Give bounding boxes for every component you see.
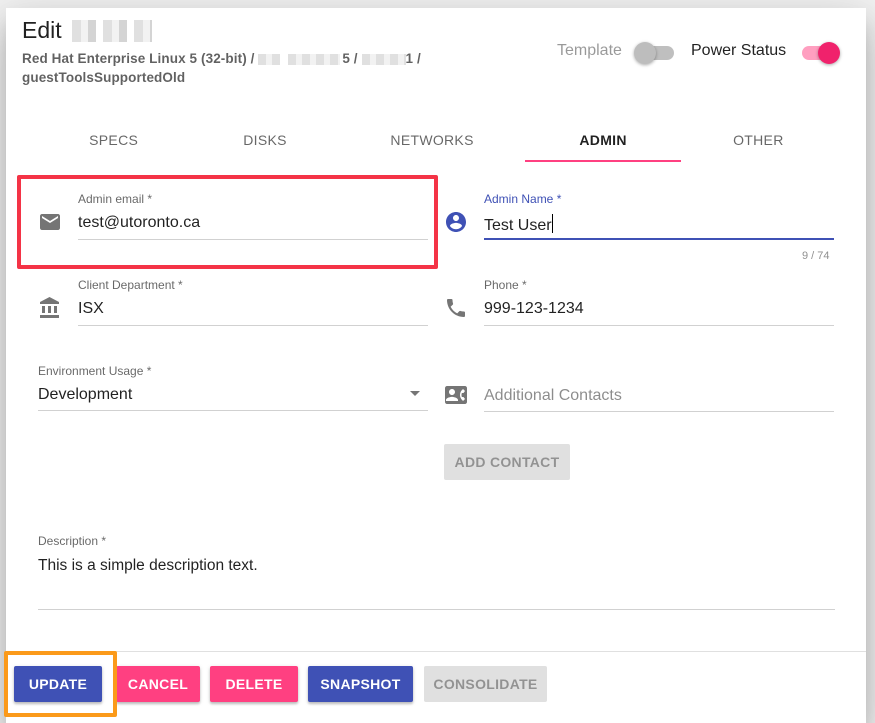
redacted-path-1 — [258, 53, 281, 65]
dialog-title: Edit — [22, 17, 152, 44]
phone-input[interactable]: 999-123-1234 — [484, 300, 584, 318]
client-department-label: Client Department * — [78, 278, 183, 292]
environment-usage-underline — [38, 410, 428, 411]
highlight-box-update-button — [4, 651, 117, 717]
subtitle-sep-2: 1 / — [405, 51, 421, 66]
cancel-button[interactable]: CANCEL — [116, 666, 200, 702]
delete-button[interactable]: DELETE — [210, 666, 298, 702]
additional-contacts-underline — [484, 411, 834, 412]
power-toggle-label: Power Status — [691, 42, 787, 59]
tab-other[interactable]: OTHER — [681, 118, 836, 162]
actions-divider — [6, 651, 866, 652]
template-toggle[interactable] — [633, 40, 676, 64]
redacted-path-3 — [361, 53, 406, 65]
tab-admin-label: ADMIN — [579, 132, 627, 148]
template-toggle-label: Template — [557, 42, 622, 59]
consolidate-button[interactable]: CONSOLIDATE — [424, 666, 547, 702]
dialog-title-text: Edit — [22, 17, 62, 43]
power-status-toggle[interactable] — [798, 40, 841, 64]
phone-field: Phone * 999-123-1234 — [436, 270, 866, 330]
admin-name-value: Test User — [484, 217, 552, 234]
environment-usage-label: Environment Usage * — [38, 364, 152, 378]
tab-specs[interactable]: SPECS — [36, 118, 191, 162]
description-underline — [38, 609, 835, 610]
bank-icon — [40, 297, 59, 318]
power-toggle-group: Power Status — [691, 40, 841, 64]
snapshot-button[interactable]: SNAPSHOT — [308, 666, 413, 702]
description-field: Description * This is a simple descripti… — [6, 528, 866, 612]
admin-name-char-counter: 9 / 74 — [802, 250, 830, 262]
add-contact-button[interactable]: ADD CONTACT — [444, 444, 570, 480]
client-department-input[interactable]: ISX — [78, 300, 104, 318]
redacted-vm-name — [71, 19, 152, 42]
redacted-path-2 — [288, 53, 341, 65]
tab-admin[interactable]: ADMIN — [525, 118, 681, 162]
tab-disks[interactable]: DISKS — [191, 118, 338, 162]
template-toggle-group: Template — [557, 40, 676, 64]
account-circle-icon — [446, 212, 466, 232]
admin-name-underline — [484, 238, 834, 240]
additional-contacts-input[interactable]: Additional Contacts — [484, 387, 622, 405]
tab-networks-label: NETWORKS — [390, 132, 474, 148]
admin-name-input[interactable]: Test User — [484, 214, 553, 235]
subtitle-os: Red Hat Enterprise Linux 5 (32-bit) / — [22, 51, 259, 66]
admin-name-field: Admin Name * Test User 9 / 74 — [436, 184, 866, 268]
contact-card-icon — [445, 386, 467, 404]
tab-specs-label: SPECS — [89, 132, 139, 148]
edit-vm-dialog: Edit Red Hat Enterprise Linux 5 (32-bit)… — [6, 8, 866, 723]
environment-usage-select[interactable]: Environment Usage * Development — [6, 356, 436, 416]
template-toggle-thumb — [633, 42, 656, 64]
additional-contacts-field: Additional Contacts — [436, 356, 866, 416]
highlight-box-admin-email — [17, 175, 438, 269]
tab-bar: SPECS DISKS NETWORKS ADMIN OTHER — [36, 118, 836, 162]
dropdown-arrow-icon — [410, 391, 420, 396]
phone-icon — [447, 299, 465, 317]
tab-other-label: OTHER — [733, 132, 784, 148]
client-department-underline — [78, 325, 428, 326]
active-tab-indicator — [525, 160, 681, 162]
text-cursor — [551, 214, 553, 233]
description-label: Description * — [38, 534, 107, 548]
environment-usage-value: Development — [38, 386, 133, 403]
subtitle-guest-tools: guestToolsSupportedOld — [22, 70, 186, 85]
phone-label: Phone * — [484, 278, 527, 292]
tab-disks-label: DISKS — [243, 132, 287, 148]
phone-underline — [484, 325, 834, 326]
client-department-field: Client Department * ISX — [6, 270, 436, 330]
power-toggle-thumb — [818, 42, 841, 64]
description-input[interactable]: This is a simple description text. — [38, 557, 258, 575]
tab-networks[interactable]: NETWORKS — [339, 118, 526, 162]
subtitle-sep-1: 5 / — [342, 51, 362, 66]
dialog-subtitle: Red Hat Enterprise Linux 5 (32-bit) / 5 … — [22, 49, 492, 87]
admin-name-label: Admin Name * — [484, 192, 562, 206]
